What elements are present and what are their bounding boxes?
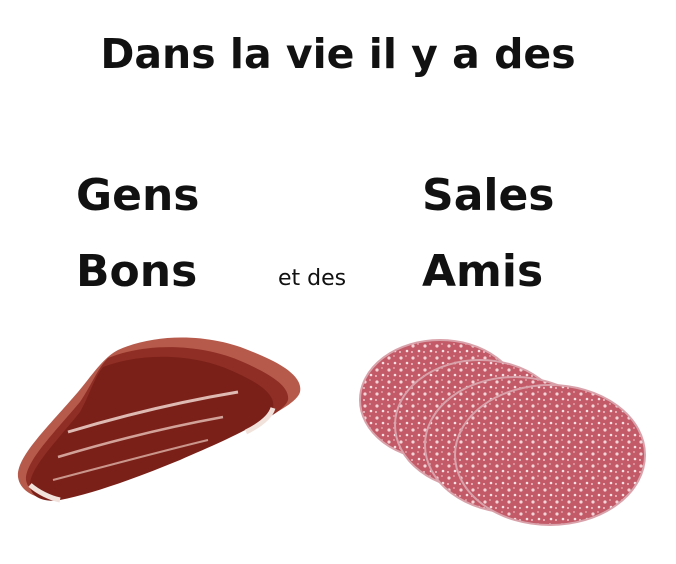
right-word-amis: Amis	[422, 246, 544, 297]
right-word-sales: Sales	[422, 170, 555, 221]
left-word-gens: Gens	[76, 170, 200, 221]
connector-text: et des	[278, 266, 347, 291]
headline: Dans la vie il y a des	[100, 30, 576, 78]
ham-slice-front	[28, 356, 276, 503]
ham-slices-image	[17, 337, 301, 503]
salami-slice-4	[454, 384, 646, 526]
left-word-bons: Bons	[76, 246, 198, 297]
salami-slices-image	[359, 339, 646, 526]
